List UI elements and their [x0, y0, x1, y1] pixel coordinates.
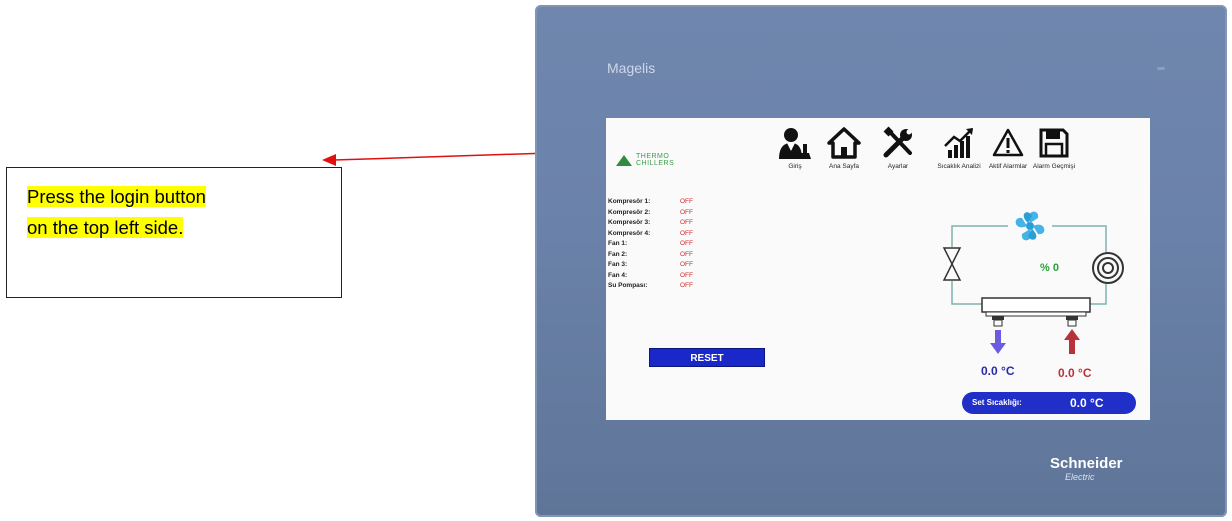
status-value: OFF: [680, 219, 693, 226]
hot-water-arrow-icon: [1064, 329, 1080, 354]
logo-triangle-icon: [616, 155, 632, 166]
callout-line-2: on the top left side.: [27, 217, 184, 238]
status-row-compressor-1: Kompresör 1: OFF: [608, 198, 693, 205]
equipment-status-list: Kompresör 1: OFF Kompresör 2: OFF Kompresö…: [606, 198, 736, 293]
status-row-compressor-3: Kompresör 3: OFF: [608, 219, 693, 226]
hmi-device: Magelis THERMO CHILLERS Giriş Ana Sayfa …: [535, 5, 1227, 517]
alarm-history-button[interactable]: Alarm Geçmişi: [1025, 126, 1083, 190]
chiller-diagram: % 0 0.0 °C 0.0 °C Set Sıcaklığı: 0.0 °C: [906, 198, 1150, 420]
piping-diagram: [942, 211, 1124, 354]
tools-icon: [883, 126, 912, 158]
condenser-coil-icon: [1092, 252, 1124, 284]
manufacturer-sub: Electric: [1065, 472, 1095, 482]
status-row-compressor-2: Kompresör 2: OFF: [608, 208, 693, 216]
manufacturer-logo: Schneider: [1050, 455, 1123, 472]
status-value: OFF: [680, 261, 693, 268]
login-user-icon: [779, 128, 811, 159]
chart-icon: [944, 128, 973, 158]
status-value: OFF: [680, 271, 693, 279]
reset-button[interactable]: RESET: [649, 348, 765, 367]
status-row-fan-1: Fan 1: OFF: [608, 240, 693, 247]
status-row-compressor-4: Kompresör 4: OFF: [608, 229, 693, 237]
status-row-water-pump: Su Pompası: OFF: [608, 282, 693, 289]
status-row-fan-3: Fan 3: OFF: [608, 261, 693, 268]
alarm-history-label: Alarm Geçmişi: [1032, 163, 1076, 170]
device-brand: Magelis: [607, 60, 656, 76]
callout-line-1: Press the login button: [27, 186, 206, 207]
evaporator-icon: [981, 297, 1091, 327]
status-value: OFF: [680, 229, 693, 237]
settings-button-label: Ayarlar: [887, 163, 909, 170]
callout-text: Press the login button on the top left s…: [27, 181, 206, 243]
status-row-fan-4: Fan 4: OFF: [608, 271, 693, 279]
company-logo: THERMO CHILLERS: [616, 153, 706, 169]
outlet-temperature: 0.0 °C: [1058, 366, 1092, 380]
inlet-temperature: 0.0 °C: [981, 364, 1015, 378]
status-row-fan-2: Fan 2: OFF: [608, 250, 693, 258]
settings-button[interactable]: Ayarlar: [869, 126, 927, 190]
status-led: [1157, 67, 1165, 70]
expansion-valve-icon: [942, 247, 962, 281]
logo-text: THERMO CHILLERS: [636, 153, 675, 167]
instruction-callout: Press the login button on the top left s…: [6, 167, 342, 298]
cold-water-arrow-icon: [990, 330, 1006, 354]
fan-speed-percent: % 0: [1040, 262, 1059, 274]
warning-icon: [992, 128, 1024, 157]
status-value: OFF: [680, 282, 693, 289]
fan-icon: [1015, 211, 1045, 241]
setpoint-value: 0.0 °C: [1070, 396, 1104, 410]
setpoint-display[interactable]: Set Sıcaklığı: 0.0 °C: [962, 392, 1136, 414]
status-value: OFF: [680, 198, 693, 205]
save-icon: [1039, 128, 1069, 158]
status-value: OFF: [680, 240, 693, 247]
hmi-screen: THERMO CHILLERS Giriş Ana Sayfa Ayarlar …: [606, 118, 1150, 420]
home-button[interactable]: Ana Sayfa: [815, 126, 873, 190]
home-button-label: Ana Sayfa: [829, 163, 859, 170]
setpoint-label: Set Sıcaklığı:: [972, 398, 1022, 407]
home-icon: [827, 127, 861, 159]
status-value: OFF: [680, 250, 693, 258]
status-value: OFF: [680, 208, 693, 216]
